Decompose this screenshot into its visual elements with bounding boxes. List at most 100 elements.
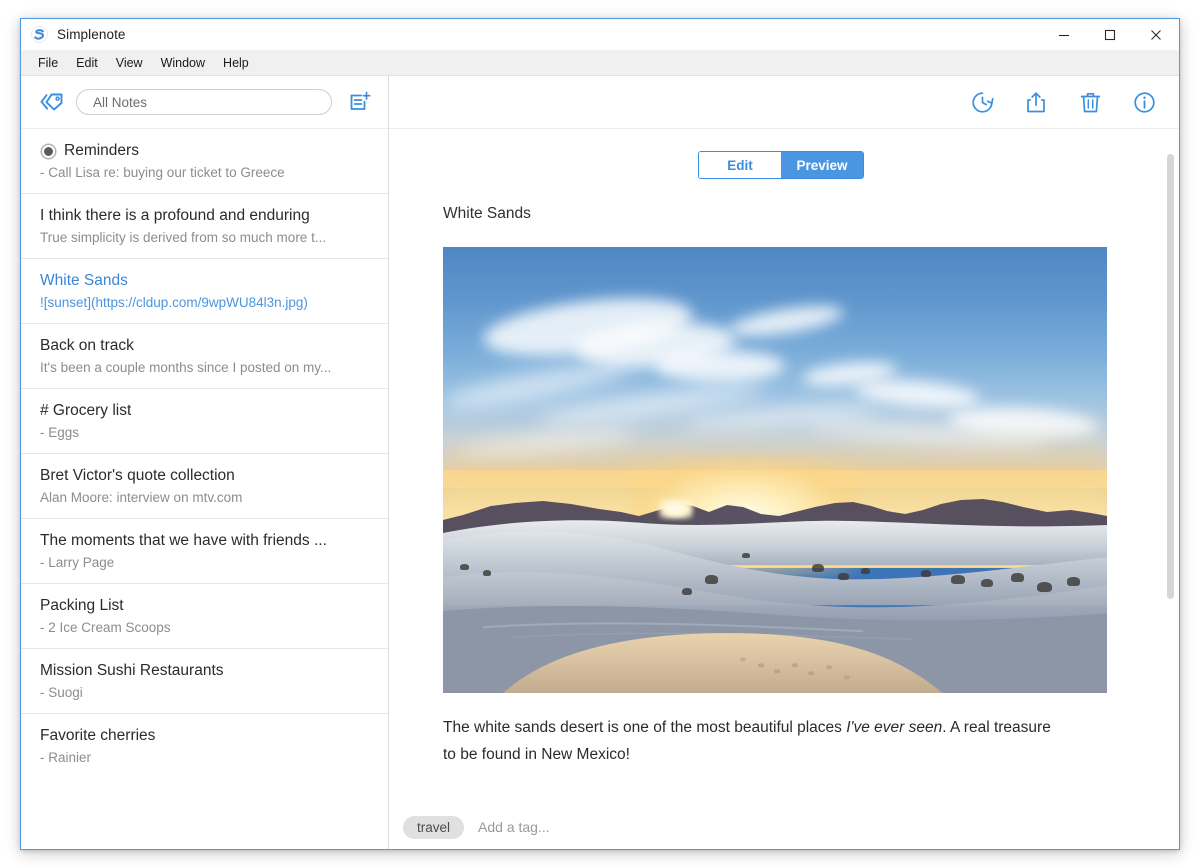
note-title-row: White Sands bbox=[40, 272, 370, 290]
editor-scroll: Edit Preview White Sands The white sands… bbox=[389, 129, 1179, 805]
shrub bbox=[950, 574, 965, 584]
shrub bbox=[1067, 577, 1081, 587]
note-list-item-mission-sushi[interactable]: Mission Sushi Restaurants - Suogi bbox=[21, 649, 388, 714]
note-title-row: Reminders bbox=[40, 142, 370, 160]
note-list-panel: Reminders - Call Lisa re: buying our tic… bbox=[21, 76, 389, 849]
note-list-item-profound[interactable]: I think there is a profound and enduring… bbox=[21, 194, 388, 259]
shrub bbox=[861, 568, 871, 575]
note-title-row: The moments that we have with friends ..… bbox=[40, 532, 370, 550]
note-preview: ![sunset](https://cldup.com/9wpWU84l3n.j… bbox=[40, 295, 308, 310]
close-button[interactable] bbox=[1133, 19, 1179, 50]
note-image-sunset bbox=[443, 247, 1107, 693]
share-icon[interactable] bbox=[1023, 89, 1049, 115]
note-list-item-reminders[interactable]: Reminders - Call Lisa re: buying our tic… bbox=[21, 129, 388, 194]
note-title-row: Back on track bbox=[40, 337, 370, 355]
note-preview: - Suogi bbox=[40, 685, 83, 700]
tab-preview[interactable]: Preview bbox=[781, 152, 863, 178]
note-title: Reminders bbox=[64, 142, 139, 159]
tag-chip-travel[interactable]: travel bbox=[403, 815, 465, 839]
note-list-item-bret-victor[interactable]: Bret Victor's quote collection Alan Moor… bbox=[21, 454, 388, 519]
shrub bbox=[838, 572, 850, 580]
add-tag-input[interactable] bbox=[478, 819, 679, 835]
search-field[interactable] bbox=[76, 89, 332, 115]
note-list[interactable]: Reminders - Call Lisa re: buying our tic… bbox=[21, 129, 388, 849]
note-preview: - Eggs bbox=[40, 425, 80, 440]
note-list-item-grocery-list[interactable]: # Grocery list - Eggs bbox=[21, 389, 388, 454]
note-body-emphasis: I've ever seen bbox=[846, 719, 943, 736]
tab-edit[interactable]: Edit bbox=[699, 152, 781, 178]
note-list-item-packing-list[interactable]: Packing List - 2 Ice Cream Scoops bbox=[21, 584, 388, 649]
note-title-row: Packing List bbox=[40, 597, 370, 615]
note-title: Packing List bbox=[40, 597, 124, 614]
note-body-part-1: The white sands desert is one of the mos… bbox=[443, 719, 847, 736]
history-icon[interactable] bbox=[969, 89, 995, 115]
shrub bbox=[921, 570, 932, 578]
note-title: Back on track bbox=[40, 337, 134, 354]
note-title: Bret Victor's quote collection bbox=[40, 467, 235, 484]
note-title: Mission Sushi Restaurants bbox=[40, 662, 224, 679]
title-bar: Simplenote bbox=[21, 19, 1179, 50]
cloud bbox=[655, 349, 786, 382]
note-title-row: Bret Victor's quote collection bbox=[40, 467, 370, 485]
note-title-row: I think there is a profound and enduring bbox=[40, 207, 370, 225]
note-title: The moments that we have with friends ..… bbox=[40, 532, 327, 549]
maximize-icon bbox=[1104, 29, 1116, 40]
mode-switch: Edit Preview bbox=[443, 151, 1119, 179]
menu-item-edit[interactable]: Edit bbox=[67, 53, 107, 73]
editor-area: Edit Preview White Sands The white sands… bbox=[389, 129, 1179, 805]
note-list-toolbar bbox=[21, 76, 388, 129]
info-icon[interactable] bbox=[1131, 89, 1157, 115]
note-editor-panel: Edit Preview White Sands The white sands… bbox=[389, 76, 1179, 849]
mode-toggle-group: Edit Preview bbox=[698, 151, 864, 179]
window-title: Simplenote bbox=[57, 27, 126, 42]
shrub bbox=[682, 588, 693, 596]
simplenote-logo-icon bbox=[31, 26, 48, 43]
note-title-row: Mission Sushi Restaurants bbox=[40, 662, 370, 680]
note-title: White Sands bbox=[40, 272, 128, 289]
menu-item-window[interactable]: Window bbox=[152, 53, 214, 73]
shrub bbox=[1037, 581, 1053, 592]
note-body-text: The white sands desert is one of the mos… bbox=[443, 715, 1068, 768]
editor-toolbar bbox=[389, 76, 1179, 129]
trash-icon[interactable] bbox=[1077, 89, 1103, 115]
tag-bar: travel bbox=[389, 805, 1179, 849]
menu-item-view[interactable]: View bbox=[107, 53, 152, 73]
note-title: Favorite cherries bbox=[40, 727, 156, 744]
maximize-button[interactable] bbox=[1087, 19, 1133, 50]
minimize-button[interactable] bbox=[1041, 19, 1087, 50]
note-list-item-white-sands[interactable]: White Sands ![sunset](https://cldup.com/… bbox=[21, 259, 388, 324]
shrub bbox=[482, 570, 491, 577]
note-preview: True simplicity is derived from so much … bbox=[40, 230, 327, 245]
menu-item-file[interactable]: File bbox=[29, 53, 67, 73]
note-preview: - Larry Page bbox=[40, 555, 115, 570]
menu-item-help[interactable]: Help bbox=[214, 53, 258, 73]
note-title: I think there is a profound and enduring bbox=[40, 207, 310, 224]
note-preview: - 2 Ice Cream Scoops bbox=[40, 620, 171, 635]
note-list-item-favorite-cherries[interactable]: Favorite cherries - Rainier bbox=[21, 714, 388, 778]
editor-scrollbar-thumb[interactable] bbox=[1167, 154, 1174, 599]
note-heading: White Sands bbox=[443, 205, 531, 222]
main-split: Reminders - Call Lisa re: buying our tic… bbox=[21, 76, 1179, 849]
shrub bbox=[705, 574, 719, 584]
shrub bbox=[811, 563, 824, 572]
app-window: Simplenote File Edit View Window Help Al… bbox=[20, 18, 1180, 850]
shrub bbox=[1010, 572, 1024, 582]
note-preview: - Rainier bbox=[40, 750, 92, 765]
tags-icon[interactable] bbox=[37, 89, 67, 115]
window-controls bbox=[1041, 19, 1179, 50]
published-indicator-icon bbox=[42, 144, 55, 158]
note-preview: - Call Lisa re: buying our ticket to Gre… bbox=[40, 165, 285, 180]
shrub bbox=[980, 579, 993, 588]
search-input[interactable] bbox=[93, 94, 315, 110]
note-list-item-back-on-track[interactable]: Back on track It's been a couple months … bbox=[21, 324, 388, 389]
close-icon bbox=[1151, 29, 1161, 40]
note-title: # Grocery list bbox=[40, 402, 132, 419]
note-preview: Alan Moore: interview on mtv.com bbox=[40, 490, 243, 505]
sand-dunes bbox=[443, 519, 1107, 693]
new-note-icon[interactable] bbox=[346, 89, 374, 115]
note-list-item-moments[interactable]: The moments that we have with friends ..… bbox=[21, 519, 388, 584]
shrub bbox=[741, 552, 750, 558]
note-title-row: Favorite cherries bbox=[40, 727, 370, 745]
menu-bar: File Edit View Window Help bbox=[21, 50, 1179, 76]
note-preview: It's been a couple months since I posted… bbox=[40, 360, 332, 375]
